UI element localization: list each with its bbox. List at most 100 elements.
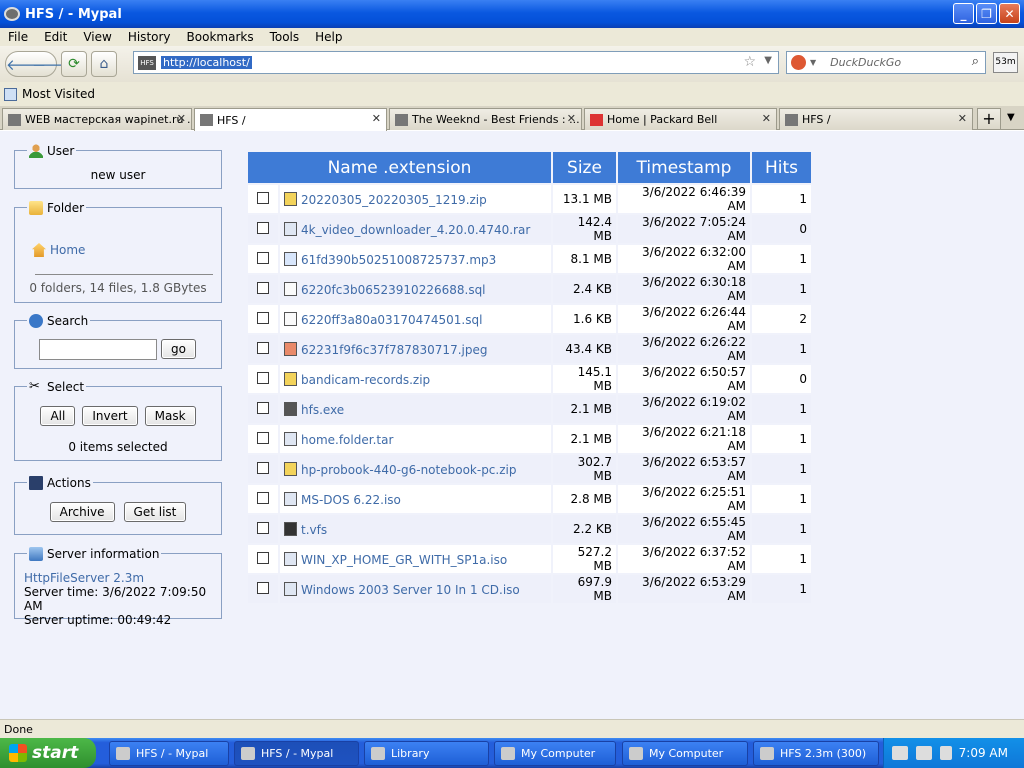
menu-help[interactable]: Help	[307, 30, 350, 44]
menu-file[interactable]: File	[0, 30, 36, 44]
column-name-header[interactable]: Name .extension	[248, 152, 551, 183]
row-checkbox[interactable]	[257, 311, 269, 324]
file-name-link[interactable]: t.vfs	[301, 523, 327, 537]
column-size-header[interactable]: Size	[553, 152, 616, 183]
tab-list-dropdown-icon[interactable]: ▼	[1007, 112, 1015, 123]
taskbar-item-mypal-2[interactable]: HFS / - Mypal	[234, 741, 359, 766]
tab-hfs-active[interactable]: HFS / ✕	[194, 108, 387, 131]
network-icon[interactable]	[940, 746, 952, 760]
file-size: 2.4 KB	[553, 275, 616, 303]
row-checkbox[interactable]	[257, 191, 269, 204]
most-visited-icon	[4, 87, 17, 101]
search-input[interactable]	[39, 339, 157, 360]
select-all-button[interactable]: All	[40, 406, 76, 426]
minimize-button[interactable]: _	[953, 3, 974, 24]
home-button[interactable]: ⌂	[91, 51, 117, 77]
row-checkbox[interactable]	[257, 581, 269, 594]
tab-close-icon[interactable]: ✕	[567, 112, 576, 125]
file-name-link[interactable]: 6220ff3a80a03170474501.sql	[301, 313, 482, 327]
column-timestamp-header[interactable]: Timestamp	[618, 152, 750, 183]
most-visited-link[interactable]: Most Visited	[22, 87, 95, 101]
duckduckgo-icon[interactable]	[791, 55, 806, 70]
row-checkbox[interactable]	[257, 281, 269, 294]
file-hits: 1	[752, 335, 811, 363]
new-tab-button[interactable]: +	[977, 108, 1001, 130]
taskbar-item-library[interactable]: Library	[364, 741, 489, 766]
keyboard-icon[interactable]	[892, 746, 908, 760]
file-name-link[interactable]: home.folder.tar	[301, 433, 393, 447]
tab-weeknd[interactable]: The Weeknd - Best Friends : ... ✕	[389, 108, 582, 130]
row-checkbox[interactable]	[257, 371, 269, 384]
select-mask-button[interactable]: Mask	[144, 406, 196, 426]
row-checkbox[interactable]	[257, 341, 269, 354]
file-name-link[interactable]: bandicam-records.zip	[301, 373, 430, 387]
reload-button[interactable]: ⟳	[61, 51, 87, 77]
home-link[interactable]: Home	[50, 243, 85, 257]
menu-history[interactable]: History	[120, 30, 179, 44]
address-bar[interactable]: HFS http://localhost/ ☆ ▼	[133, 51, 779, 74]
file-timestamp: 3/6/2022 6:53:57 AM	[618, 455, 750, 483]
get-list-button[interactable]: Get list	[123, 502, 187, 522]
taskbar-item-my-computer-2[interactable]: My Computer	[622, 741, 748, 766]
forward-arrow-icon[interactable]: 🡒	[32, 55, 72, 74]
row-checkbox[interactable]	[257, 401, 269, 414]
menu-edit[interactable]: Edit	[36, 30, 75, 44]
back-arrow-icon[interactable]: 🡐	[6, 55, 46, 74]
user-panel-title: User	[47, 144, 75, 158]
menu-bookmarks[interactable]: Bookmarks	[179, 30, 262, 44]
select-invert-button[interactable]: Invert	[82, 406, 138, 426]
hfs-app-icon	[284, 401, 297, 416]
search-box[interactable]: ▼ DuckDuckGo ⌕	[786, 51, 986, 74]
search-go-button[interactable]: go	[161, 339, 196, 359]
url-text[interactable]: http://localhost/	[161, 56, 252, 69]
extension-button[interactable]: 53m	[993, 52, 1018, 73]
site-identity-icon[interactable]: HFS	[138, 55, 156, 70]
tab-hfs-2[interactable]: HFS / ✕	[779, 108, 973, 130]
tab-close-icon[interactable]: ✕	[372, 112, 381, 125]
file-name-cell: hfs.exe	[280, 395, 551, 423]
file-name-link[interactable]: 6220fc3b06523910226688.sql	[301, 283, 486, 297]
menu-view[interactable]: View	[75, 30, 119, 44]
browser-app-icon	[4, 7, 20, 21]
search-engine-dropdown-icon[interactable]: ▼	[810, 58, 816, 67]
file-name-link[interactable]: 20220305_20220305_1219.zip	[301, 193, 487, 207]
row-checkbox[interactable]	[257, 461, 269, 474]
taskbar-item-mypal-1[interactable]: HFS / - Mypal	[109, 741, 229, 766]
taskbar-item-hfs[interactable]: HFS 2.3m (300)	[753, 741, 879, 766]
row-checkbox[interactable]	[257, 491, 269, 504]
bookmark-star-icon[interactable]: ☆	[743, 54, 756, 70]
file-name-link[interactable]: Windows 2003 Server 10 In 1 CD.iso	[301, 583, 520, 597]
clock[interactable]: 7:09 AM	[959, 746, 1008, 760]
maximize-button[interactable]: ❐	[976, 3, 997, 24]
file-name-link[interactable]: WIN_XP_HOME_GR_WITH_SP1a.iso	[301, 553, 507, 567]
row-checkbox[interactable]	[257, 431, 269, 444]
tab-close-icon[interactable]: ✕	[177, 112, 186, 125]
window-title-bar[interactable]: HFS / - Mypal _ ❐ ✕	[0, 0, 1024, 28]
file-name-link[interactable]: hp-probook-440-g6-notebook-pc.zip	[301, 463, 516, 477]
close-button[interactable]: ✕	[999, 3, 1020, 24]
column-hits-header[interactable]: Hits	[752, 152, 811, 183]
start-button[interactable]: start	[0, 738, 96, 768]
row-checkbox[interactable]	[257, 521, 269, 534]
row-checkbox[interactable]	[257, 551, 269, 564]
server-software-link[interactable]: HttpFileServer 2.3m	[24, 571, 221, 585]
row-checkbox[interactable]	[257, 221, 269, 234]
tab-close-icon[interactable]: ✕	[958, 112, 967, 125]
tab-packard-bell[interactable]: Home | Packard Bell ✕	[584, 108, 777, 130]
archive-button[interactable]: Archive	[49, 502, 115, 522]
tab-wapinet[interactable]: WEB мастерская wapinet.ru ... ✕	[2, 108, 192, 130]
file-name-link[interactable]: 62231f9f6c37f787830717.jpeg	[301, 343, 487, 357]
file-name-link[interactable]: hfs.exe	[301, 403, 344, 417]
taskbar-item-my-computer-1[interactable]: My Computer	[494, 741, 616, 766]
row-checkbox[interactable]	[257, 251, 269, 264]
tab-close-icon[interactable]: ✕	[762, 112, 771, 125]
hfs-tray-icon[interactable]	[916, 746, 932, 760]
file-name-link[interactable]: 61fd390b50251008725737.mp3	[301, 253, 496, 267]
window-controls: _ ❐ ✕	[953, 3, 1020, 24]
search-icon[interactable]: ⌕	[972, 54, 979, 69]
file-name-link[interactable]: MS-DOS 6.22.iso	[301, 493, 401, 507]
file-name-link[interactable]: 4k_video_downloader_4.20.0.4740.rar	[301, 223, 530, 237]
server-info-panel: Server information HttpFileServer 2.3m S…	[14, 547, 222, 627]
menu-tools[interactable]: Tools	[262, 30, 308, 44]
url-dropdown-icon[interactable]: ▼	[764, 55, 772, 66]
